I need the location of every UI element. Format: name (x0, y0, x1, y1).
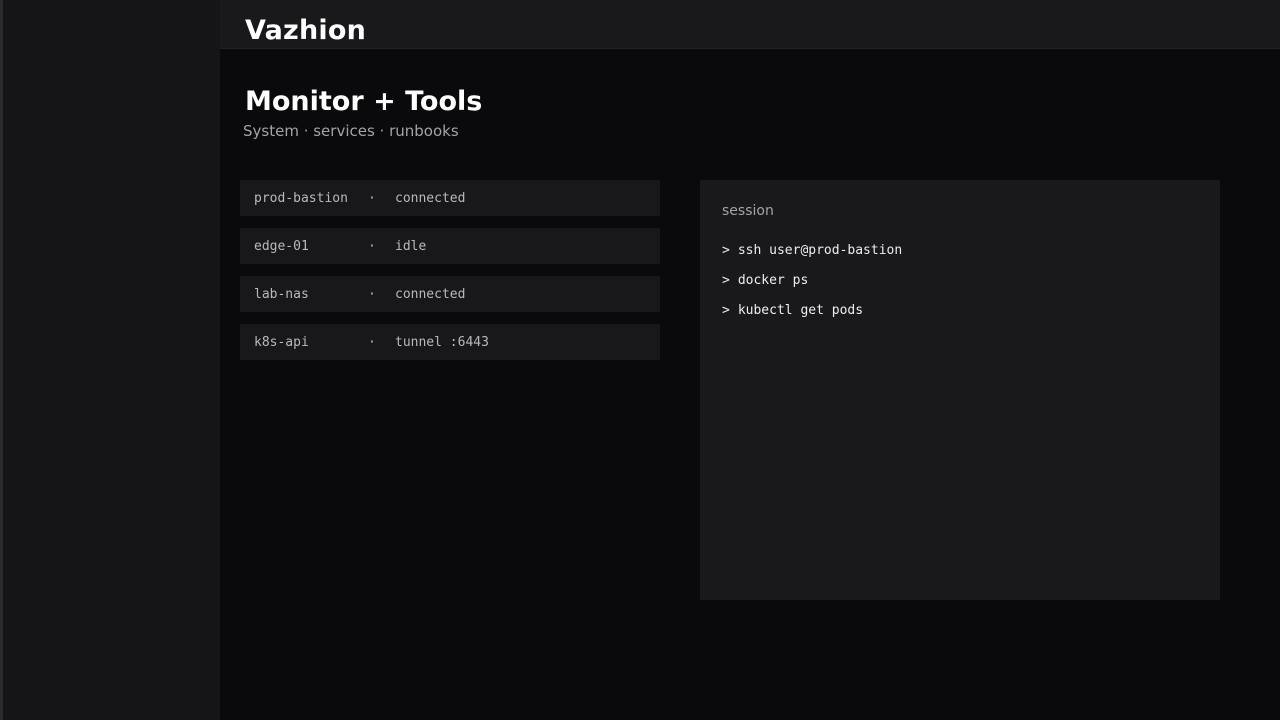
session-panel[interactable]: session > ssh user@prod-bastion > docker p… (700, 180, 1220, 600)
command-text: ssh user@prod-bastion (737, 243, 903, 258)
host-name: k8s-api (254, 334, 309, 350)
command-text: kubectl get pods (737, 303, 864, 318)
prompt-symbol: > (722, 303, 730, 318)
host-row-lab-nas[interactable]: lab-nas · connected (240, 276, 660, 312)
host-row-prod-bastion[interactable]: prod-bastion · connected (240, 180, 660, 216)
host-status: connected (395, 190, 466, 206)
host-name: prod-bastion (254, 190, 348, 206)
host-status: idle (395, 238, 427, 254)
session-title: session (722, 203, 774, 219)
host-row-k8s-api[interactable]: k8s-api · tunnel :6443 (240, 324, 660, 360)
page-subtitle: System · services · runbooks (243, 122, 459, 140)
command-line[interactable]: > kubectl get pods (722, 296, 1198, 326)
command-line[interactable]: > docker ps (722, 266, 1198, 296)
command-line[interactable]: > ssh user@prod-bastion (722, 236, 1198, 266)
prompt-symbol: > (722, 243, 730, 258)
host-separator: · (368, 190, 376, 206)
host-row-edge-01[interactable]: edge-01 · idle (240, 228, 660, 264)
host-status: connected (395, 286, 466, 302)
command-text: docker ps (737, 273, 809, 288)
host-separator: · (368, 334, 376, 350)
app-window: Vazhion Monitor + Tools System · service… (0, 0, 1280, 720)
command-history: > ssh user@prod-bastion > docker ps > kubec… (722, 236, 1198, 326)
brand-title[interactable]: Vazhion (245, 13, 366, 49)
host-separator: · (368, 238, 376, 254)
prompt-symbol: > (722, 273, 730, 288)
sidebar (3, 0, 220, 720)
top-bar: Vazhion (220, 0, 1280, 49)
host-separator: · (368, 286, 376, 302)
host-name: edge-01 (254, 238, 309, 254)
host-name: lab-nas (254, 286, 309, 302)
main-content: Monitor + Tools System · services · runb… (220, 49, 1280, 720)
host-status: tunnel :6443 (395, 334, 489, 350)
host-list: prod-bastion · connected edge-01 · idle … (240, 180, 660, 372)
page-title: Monitor + Tools (245, 86, 483, 117)
